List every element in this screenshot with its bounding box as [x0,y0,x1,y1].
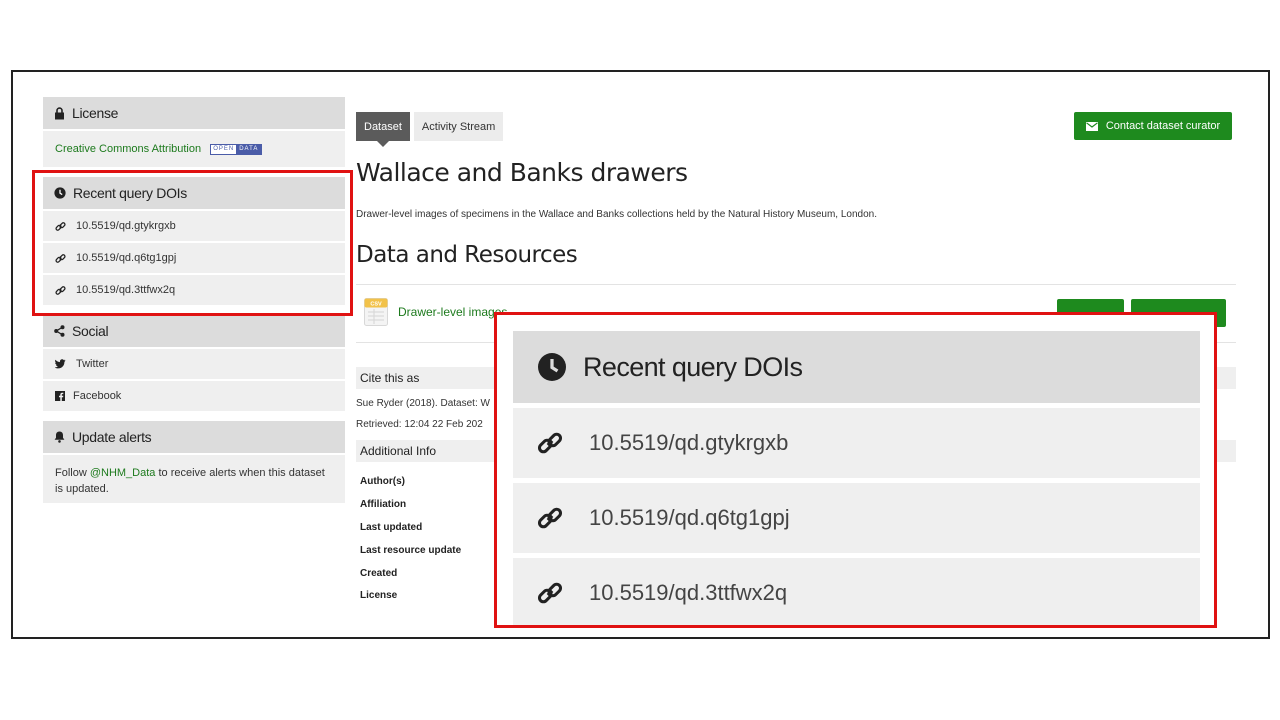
dataset-description: Drawer-level images of specimens in the … [356,209,877,220]
contact-curator-button[interactable]: Contact dataset curator [1074,112,1232,140]
zoom-callout: Recent query DOIs 10.5519/qd.gtykrgxb 10… [494,312,1217,628]
share-icon [54,325,65,337]
cite-title: Cite this as [360,371,420,385]
cite-text: Sue Ryder (2018). Dataset: W [356,398,490,409]
twitter-link[interactable]: Twitter [43,349,345,379]
retrieved-text: Retrieved: 12:04 22 Feb 202 [356,419,483,430]
twitter-label: Twitter [76,358,109,370]
info-label-license: License [360,590,398,601]
info-label-authors: Author(s) [360,476,405,487]
zoom-doi-item[interactable]: 10.5519/qd.q6tg1gpj [513,483,1200,553]
facebook-link[interactable]: Facebook [43,381,345,411]
data-resources-title: Data and Resources [356,242,578,268]
badge-data: DATA [236,144,262,154]
csv-icon-text: CSV [370,302,382,308]
zoom-doi-title: Recent query DOIs [583,351,803,382]
info-label-last-resource-update: Last resource update [360,545,462,556]
csv-file-icon: CSV [364,298,388,326]
license-link[interactable]: Creative Commons Attribution [55,143,201,155]
info-label-created: Created [360,568,398,579]
tab-dataset[interactable]: Dataset [356,112,410,147]
link-icon [537,507,563,529]
highlight-box [32,170,353,316]
zoom-doi-text: 10.5519/qd.q6tg1gpj [589,505,790,530]
alerts-header: Update alerts [43,421,345,453]
link-icon [537,582,563,604]
zoom-doi-header: Recent query DOIs [513,331,1200,403]
zoom-doi-item[interactable]: 10.5519/qd.gtykrgxb [513,408,1200,478]
alerts-text-pre: Follow [55,467,90,479]
envelope-icon [1085,121,1098,131]
facebook-label: Facebook [73,390,122,402]
contact-curator-label: Contact dataset curator [1105,120,1221,132]
badge-open: OPEN [211,144,237,154]
open-data-badge[interactable]: OPEN DATA [210,143,263,155]
nhm-data-link[interactable]: @NHM_Data [90,467,156,479]
tab-activity-stream[interactable]: Activity Stream [413,112,504,141]
lock-icon [55,106,64,119]
clock-icon [538,353,566,381]
info-label-affiliation: Affiliation [360,499,407,510]
info-label-last-updated: Last updated [360,522,423,533]
license-title: License [72,105,119,121]
zoom-doi-item[interactable]: 10.5519/qd.3ttfwx2q [513,558,1200,625]
divider [356,284,1236,285]
twitter-icon [55,359,66,369]
resource-link[interactable]: Drawer-level images [398,305,507,319]
facebook-icon [55,391,65,401]
social-title: Social [72,323,109,339]
bell-icon [54,431,65,443]
social-header: Social [43,315,345,347]
alerts-title: Update alerts [72,429,152,445]
tab-bar: Dataset Activity Stream [356,112,507,147]
zoom-doi-text: 10.5519/qd.gtykrgxb [589,430,789,455]
zoom-doi-text: 10.5519/qd.3ttfwx2q [589,580,788,605]
dataset-title: Wallace and Banks drawers [356,158,688,187]
license-header: License [43,97,345,129]
resource-item[interactable]: CSV Drawer-level images [364,298,507,326]
link-icon [537,432,563,454]
alerts-body: Follow @NHM_Data to receive alerts when … [43,455,345,503]
license-body: Creative Commons Attribution OPEN DATA [43,131,345,167]
additional-info-title: Additional Info [360,444,437,458]
zoom-panel: Recent query DOIs 10.5519/qd.gtykrgxb 10… [513,331,1200,625]
